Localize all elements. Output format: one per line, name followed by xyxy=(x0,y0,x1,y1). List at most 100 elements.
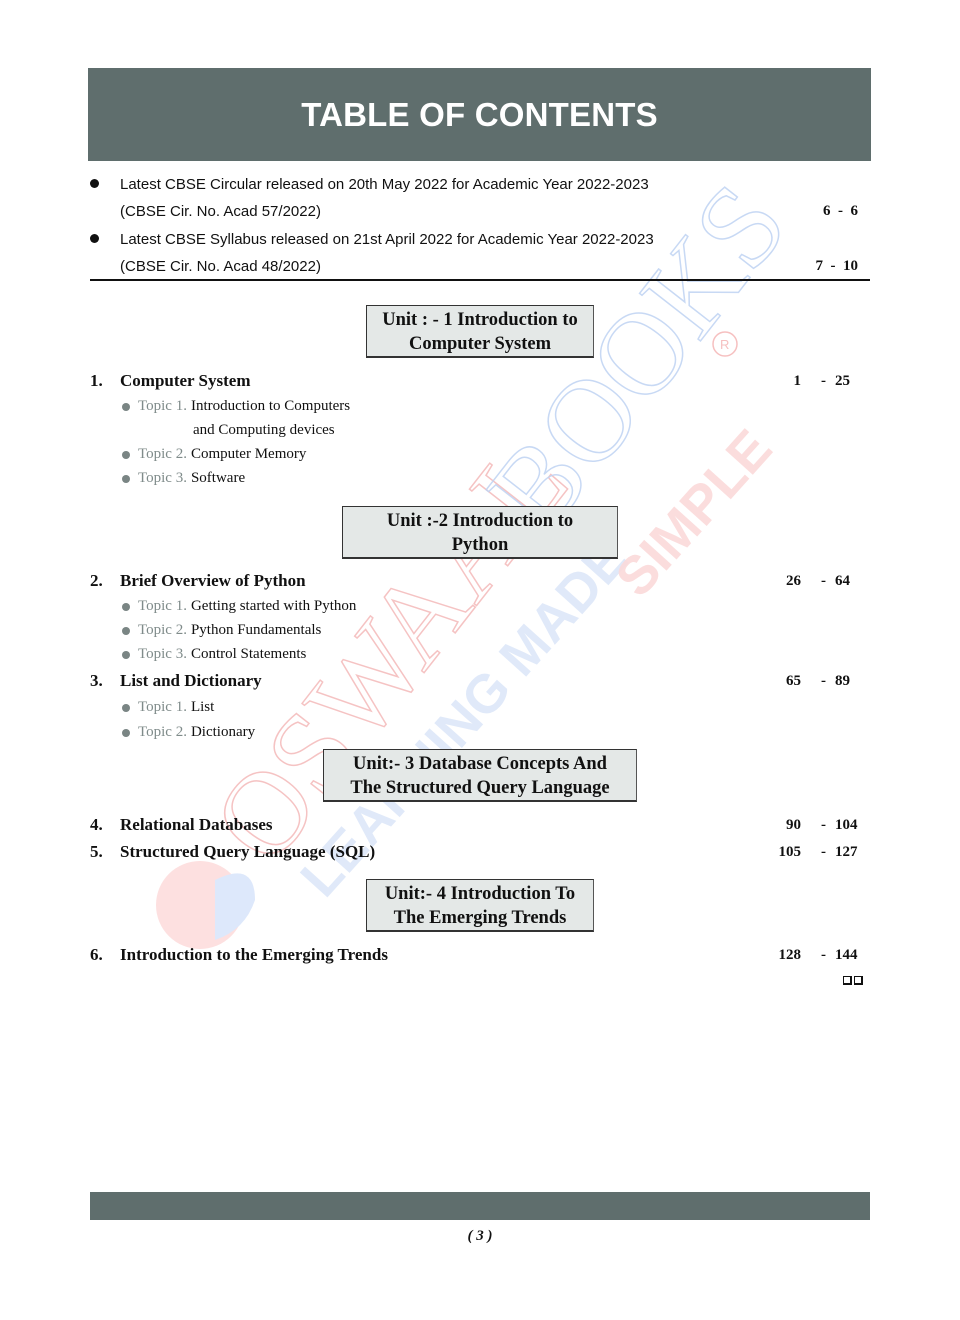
chapter-title[interactable]: List and Dictionary xyxy=(120,671,262,691)
unit-heading-line: Python xyxy=(451,535,509,555)
unit-heading-1: Unit : - 1 Introduction to Computer Syst… xyxy=(366,305,594,358)
chapter-row[interactable]: 4. Relational Databases 90 - 104 xyxy=(90,813,870,837)
page-range-dash: - xyxy=(821,372,826,389)
topic-title: List xyxy=(190,698,215,715)
unit-heading-line: Unit :-2 Introduction to xyxy=(386,511,574,531)
topic-label: Topic 2. xyxy=(138,723,187,740)
topic-label: Topic 2. xyxy=(138,445,187,462)
circular-item-1-ref: (CBSE Cir. No. Acad 57/2022) 6 - 6 xyxy=(90,198,870,224)
chapter-title[interactable]: Relational Databases xyxy=(120,815,273,835)
circular-title: Latest CBSE Circular released on 20th Ma… xyxy=(120,175,649,193)
end-of-section-mark xyxy=(843,976,863,985)
topic-item[interactable]: Topic 3. Control Statements xyxy=(122,643,306,665)
bullet-icon xyxy=(122,450,130,459)
topic-label: Topic 3. xyxy=(138,469,187,486)
chapter-number: 2. xyxy=(90,571,103,590)
page-range-dash: - xyxy=(821,843,826,860)
unit-heading-line: The Structured Query Language xyxy=(350,778,610,798)
section-divider xyxy=(90,279,870,281)
circular-item-1[interactable]: Latest CBSE Circular released on 20th Ma… xyxy=(90,171,870,197)
chapter-title[interactable]: Introduction to the Emerging Trends xyxy=(120,945,388,965)
square-icon xyxy=(854,976,863,985)
topic-title: Getting started with Python xyxy=(190,597,357,614)
page-range-dash: - xyxy=(821,946,826,963)
chapter-title[interactable]: Structured Query Language (SQL) xyxy=(120,842,375,862)
header-bar: TABLE OF CONTENTS xyxy=(88,68,871,161)
page-start: 26 xyxy=(786,572,801,589)
toc-page: TABLE OF CONTENTS Latest CBSE Circular r… xyxy=(0,0,960,1320)
page-start: 128 xyxy=(778,946,802,963)
chapter-title[interactable]: Computer System xyxy=(120,371,250,391)
square-icon xyxy=(843,976,852,985)
bullet-icon xyxy=(122,650,130,659)
page-range-dash: - xyxy=(821,672,826,689)
footer-bar xyxy=(90,1192,870,1220)
page-start: 1 xyxy=(793,372,802,389)
topic-item[interactable]: Topic 1. Getting started with Python xyxy=(122,595,356,617)
chapter-number: 5. xyxy=(90,842,103,861)
bullet-icon xyxy=(122,474,130,483)
bullet-icon xyxy=(122,626,130,635)
topic-title-continued: and Computing devices xyxy=(193,421,335,438)
page-end: 64 xyxy=(835,572,850,589)
topic-item[interactable]: Topic 1. List xyxy=(122,696,214,718)
topic-title: Control Statements xyxy=(190,645,307,662)
chapter-number: 4. xyxy=(90,815,103,834)
unit-heading-line: Unit : - 1 Introduction to xyxy=(382,310,578,330)
unit-heading-line: Unit:- 4 Introduction To xyxy=(384,884,576,904)
circular-pages: 7 - 10 xyxy=(815,257,859,274)
unit-heading-4: Unit:- 4 Introduction To The Emerging Tr… xyxy=(366,879,594,932)
page-start: 65 xyxy=(786,672,801,689)
page-start: 90 xyxy=(786,816,801,833)
chapter-number: 3. xyxy=(90,671,103,690)
chapter-title[interactable]: Brief Overview of Python xyxy=(120,571,306,591)
topic-label: Topic 3. xyxy=(138,645,187,662)
unit-heading-line: Unit:- 3 Database Concepts And xyxy=(353,754,607,774)
chapter-number: 1. xyxy=(90,371,103,390)
topic-title: Python Fundamentals xyxy=(190,621,322,638)
topic-title: Computer Memory xyxy=(190,445,307,462)
circular-item-2-ref: (CBSE Cir. No. Acad 48/2022) 7 - 10 xyxy=(90,253,870,279)
unit-heading-2: Unit :-2 Introduction to Python xyxy=(342,506,618,559)
topic-title: Dictionary xyxy=(190,723,256,740)
page-title: TABLE OF CONTENTS xyxy=(301,95,658,133)
page-start: 105 xyxy=(778,843,802,860)
page-end: 25 xyxy=(835,372,850,389)
chapter-number: 6. xyxy=(90,945,103,964)
bullet-icon xyxy=(122,703,130,712)
topic-item[interactable]: Topic 1. Introduction to Computers xyxy=(122,395,350,417)
chapter-row[interactable]: 6. Introduction to the Emerging Trends 1… xyxy=(90,943,870,967)
page-end: 127 xyxy=(835,843,858,860)
topic-label: Topic 2. xyxy=(138,621,187,638)
circular-pages: 6 - 6 xyxy=(823,202,858,219)
topic-item[interactable]: Topic 2. Computer Memory xyxy=(122,443,306,465)
topic-label: Topic 1. xyxy=(138,597,187,614)
page-number: ( 3 ) xyxy=(467,1228,493,1244)
unit-heading-line: The Emerging Trends xyxy=(393,908,567,928)
circular-reference: (CBSE Cir. No. Acad 48/2022) xyxy=(120,257,321,275)
page-range-dash: - xyxy=(821,816,826,833)
page-end: 104 xyxy=(835,816,858,833)
page-end: 144 xyxy=(835,946,858,963)
topic-label: Topic 1. xyxy=(138,397,187,414)
chapter-row[interactable]: 3. List and Dictionary 65 - 89 xyxy=(90,669,870,693)
topic-title: Introduction to Computers xyxy=(190,397,351,414)
bullet-icon xyxy=(122,602,130,611)
topic-item[interactable]: Topic 3. Software xyxy=(122,467,245,489)
unit-heading-line: Computer System xyxy=(409,334,551,354)
topic-label: Topic 1. xyxy=(138,698,187,715)
chapter-row[interactable]: 1. Computer System 1 - 25 xyxy=(90,369,870,393)
page-range-dash: - xyxy=(821,572,826,589)
page-end: 89 xyxy=(835,672,850,689)
topic-item[interactable]: Topic 2. Python Fundamentals xyxy=(122,619,321,641)
topic-item[interactable]: Topic 2. Dictionary xyxy=(122,721,255,743)
circular-item-2[interactable]: Latest CBSE Syllabus released on 21st Ap… xyxy=(90,226,870,252)
bullet-icon xyxy=(122,402,130,411)
bullet-icon xyxy=(90,179,99,188)
circular-title: Latest CBSE Syllabus released on 21st Ap… xyxy=(120,230,654,248)
chapter-row[interactable]: 2. Brief Overview of Python 26 - 64 xyxy=(90,569,870,593)
topic-title: Software xyxy=(190,469,246,486)
chapter-row[interactable]: 5. Structured Query Language (SQL) 105 -… xyxy=(90,840,870,864)
bullet-icon xyxy=(122,728,130,737)
unit-heading-3: Unit:- 3 Database Concepts And The Struc… xyxy=(323,749,637,802)
